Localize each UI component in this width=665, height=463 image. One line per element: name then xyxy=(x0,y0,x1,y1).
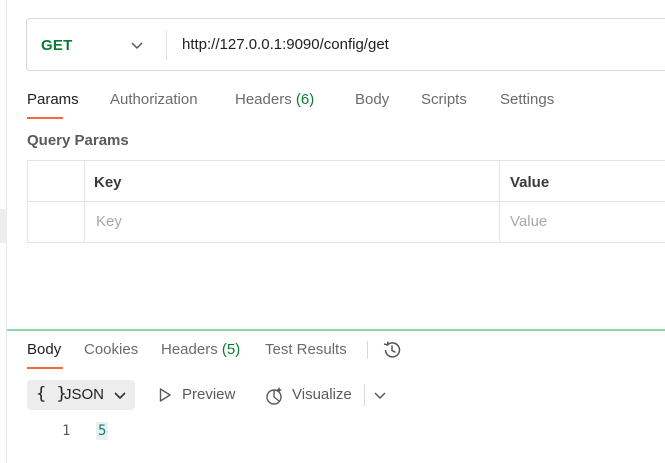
tab-label: Test Results xyxy=(265,341,347,358)
preview-label: Preview xyxy=(182,386,236,403)
query-params-title: Query Params xyxy=(27,132,129,149)
tab-label: Headers xyxy=(235,91,292,108)
url-separator xyxy=(166,30,167,60)
line-number: 1 xyxy=(62,423,71,439)
table-row-divider xyxy=(28,201,665,202)
tab-label: Cookies xyxy=(84,341,139,358)
tab-label: Authorization xyxy=(110,91,198,108)
sidebar-edge-mark xyxy=(0,209,7,243)
table-col-divider xyxy=(84,161,85,242)
chevron-down-icon[interactable] xyxy=(373,388,387,402)
tab-label: Params xyxy=(27,91,79,108)
tab-params[interactable]: Params xyxy=(27,91,79,108)
tab-count: (5) xyxy=(221,341,241,358)
visualize-icon xyxy=(266,387,282,405)
history-icon[interactable] xyxy=(381,339,403,361)
response-tab-test-results[interactable]: Test Results xyxy=(265,341,347,358)
response-tab-body[interactable]: Body xyxy=(27,341,61,358)
method-select[interactable]: GET xyxy=(41,37,72,54)
tab-headers[interactable]: Headers (6) xyxy=(235,91,314,108)
chevron-down-icon xyxy=(114,392,126,400)
active-response-tab-underline xyxy=(27,367,63,369)
response-value: 5 xyxy=(96,422,109,440)
response-tab-separator xyxy=(367,341,368,359)
url-bar: GET http://127.0.0.1:9090/config/get xyxy=(26,18,665,71)
response-pane-divider[interactable] xyxy=(7,329,665,331)
tab-label: Body xyxy=(27,341,62,358)
tab-settings[interactable]: Settings xyxy=(500,91,554,108)
url-input[interactable]: http://127.0.0.1:9090/config/get xyxy=(182,36,389,53)
key-input[interactable]: Key xyxy=(96,213,122,230)
tab-label: Headers xyxy=(161,341,218,358)
value-input[interactable]: Value xyxy=(510,213,547,230)
tab-authorization[interactable]: Authorization xyxy=(110,91,198,108)
column-header-key: Key xyxy=(94,174,122,191)
tab-scripts[interactable]: Scripts xyxy=(421,91,467,108)
json-braces-icon: { } xyxy=(36,384,67,404)
tab-label: Scripts xyxy=(421,91,467,108)
column-header-value: Value xyxy=(510,174,550,191)
play-icon xyxy=(159,388,171,402)
active-tab-underline xyxy=(27,117,63,119)
table-col-divider xyxy=(499,161,500,242)
response-tab-headers[interactable]: Headers (5) xyxy=(161,341,240,358)
response-format-select[interactable]: { } JSON xyxy=(27,380,135,410)
tab-label: Body xyxy=(355,91,390,108)
query-params-table: Key Value Key Value xyxy=(27,160,665,243)
visualize-label: Visualize xyxy=(292,386,352,403)
format-label: JSON xyxy=(64,386,105,403)
tab-label: Settings xyxy=(500,91,555,108)
response-tab-cookies[interactable]: Cookies xyxy=(84,341,138,358)
toolbar-separator xyxy=(364,384,365,406)
tab-body[interactable]: Body xyxy=(355,91,389,108)
tab-count: (6) xyxy=(295,91,315,108)
chevron-down-icon[interactable] xyxy=(130,38,144,52)
